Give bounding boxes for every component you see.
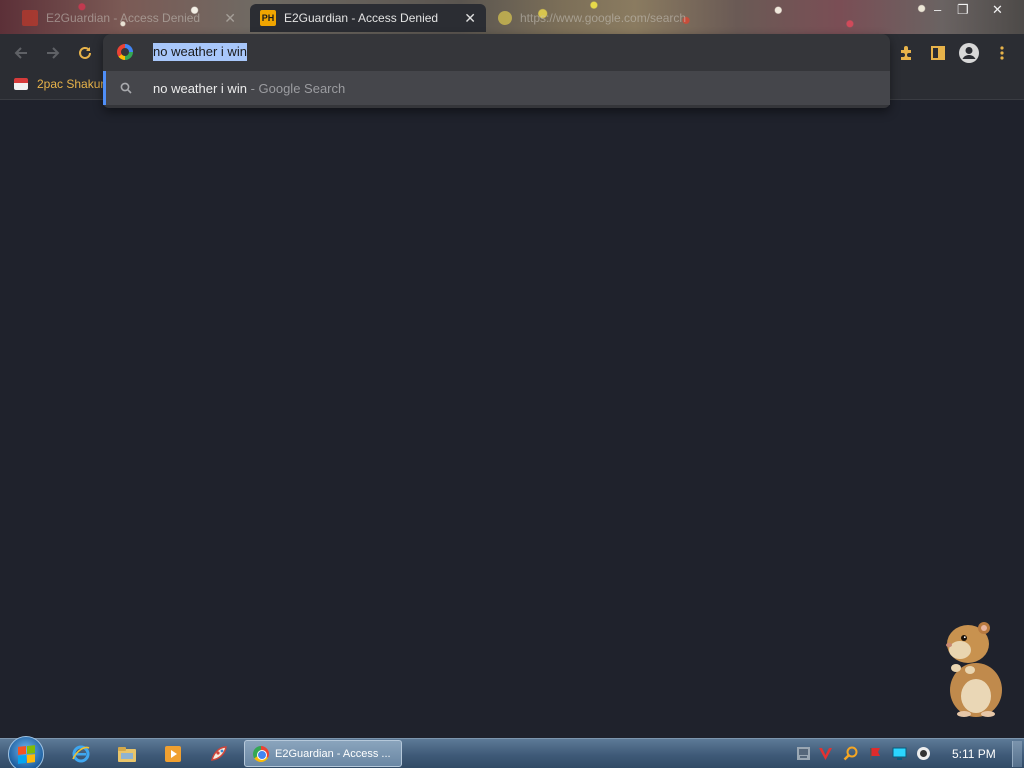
ph-favicon-icon: PH: [260, 10, 276, 26]
search-icon: [120, 82, 132, 94]
suggestion-query: no weather i win: [153, 81, 247, 96]
reload-icon[interactable]: [74, 42, 96, 64]
close-icon[interactable]: ✕: [224, 10, 236, 27]
antivirus-icon[interactable]: [818, 746, 833, 761]
media-player-icon[interactable]: [162, 744, 184, 764]
start-button[interactable]: [8, 736, 44, 768]
volume-icon[interactable]: [916, 746, 931, 761]
windows-logo-icon: [18, 745, 35, 764]
red-favicon-icon: [22, 10, 38, 26]
maximize-icon[interactable]: ❐: [957, 2, 969, 18]
taskbar-window-label: E2Guardian - Access ...: [275, 747, 391, 760]
internet-explorer-icon[interactable]: [70, 744, 92, 764]
bookmark-favicon-icon: [14, 78, 28, 90]
tab-title: E2Guardian - Access Denied: [46, 11, 201, 25]
network-icon[interactable]: [796, 746, 811, 761]
tab-title: https://www.google.com/search: [520, 11, 687, 25]
suggestion-suffix: - Google Search: [246, 81, 346, 96]
minimize-icon[interactable]: –: [934, 2, 941, 17]
profile-icon[interactable]: [958, 42, 980, 64]
flag-icon[interactable]: [868, 746, 883, 761]
forward-arrow-icon[interactable]: [42, 42, 64, 64]
back-arrow-icon[interactable]: [10, 42, 32, 64]
chrome-icon: [253, 745, 269, 762]
address-input[interactable]: no weather i win: [153, 43, 247, 61]
show-desktop-button[interactable]: [1012, 741, 1022, 767]
google-favicon-icon: [498, 11, 512, 25]
window-close-icon[interactable]: ✕: [992, 2, 1003, 18]
omnibox-input-row[interactable]: no weather i win: [103, 34, 890, 70]
display-icon[interactable]: [892, 746, 907, 761]
suggestion-text: no weather i win - Google Search: [153, 81, 345, 96]
puzzle-icon[interactable]: [895, 42, 917, 64]
paint-icon[interactable]: [208, 744, 230, 764]
hamster-desktop-pet[interactable]: [940, 618, 1006, 718]
omnibox-dropdown: no weather i win no weather i win - Goog…: [103, 34, 890, 108]
search-tray-icon[interactable]: [843, 746, 858, 761]
kebab-menu-icon[interactable]: [991, 42, 1013, 64]
taskbar: E2Guardian - Access ... 5:11 PM: [0, 736, 1024, 768]
taskbar-chrome-window[interactable]: E2Guardian - Access ...: [244, 740, 402, 767]
file-explorer-icon[interactable]: [116, 744, 138, 764]
tab-title: E2Guardian - Access Denied: [284, 11, 439, 25]
bookmark-2pac-shakur[interactable]: 2pac Shakur: [14, 77, 104, 91]
suggestion-item[interactable]: no weather i win - Google Search: [103, 71, 890, 105]
close-icon[interactable]: ✕: [464, 10, 476, 27]
bookmark-label: 2pac Shakur: [37, 77, 105, 91]
google-icon: [117, 44, 133, 60]
title-bar: E2Guardian - Access Denied ✕ PH E2Guardi…: [0, 0, 1024, 34]
clock[interactable]: 5:11 PM: [952, 747, 996, 761]
tab-1[interactable]: E2Guardian - Access Denied ✕: [14, 4, 244, 32]
tab-2-active[interactable]: PH E2Guardian - Access Denied ✕: [250, 4, 486, 32]
tab-3[interactable]: https://www.google.com/search: [498, 4, 698, 32]
sidebar-icon[interactable]: [927, 42, 949, 64]
